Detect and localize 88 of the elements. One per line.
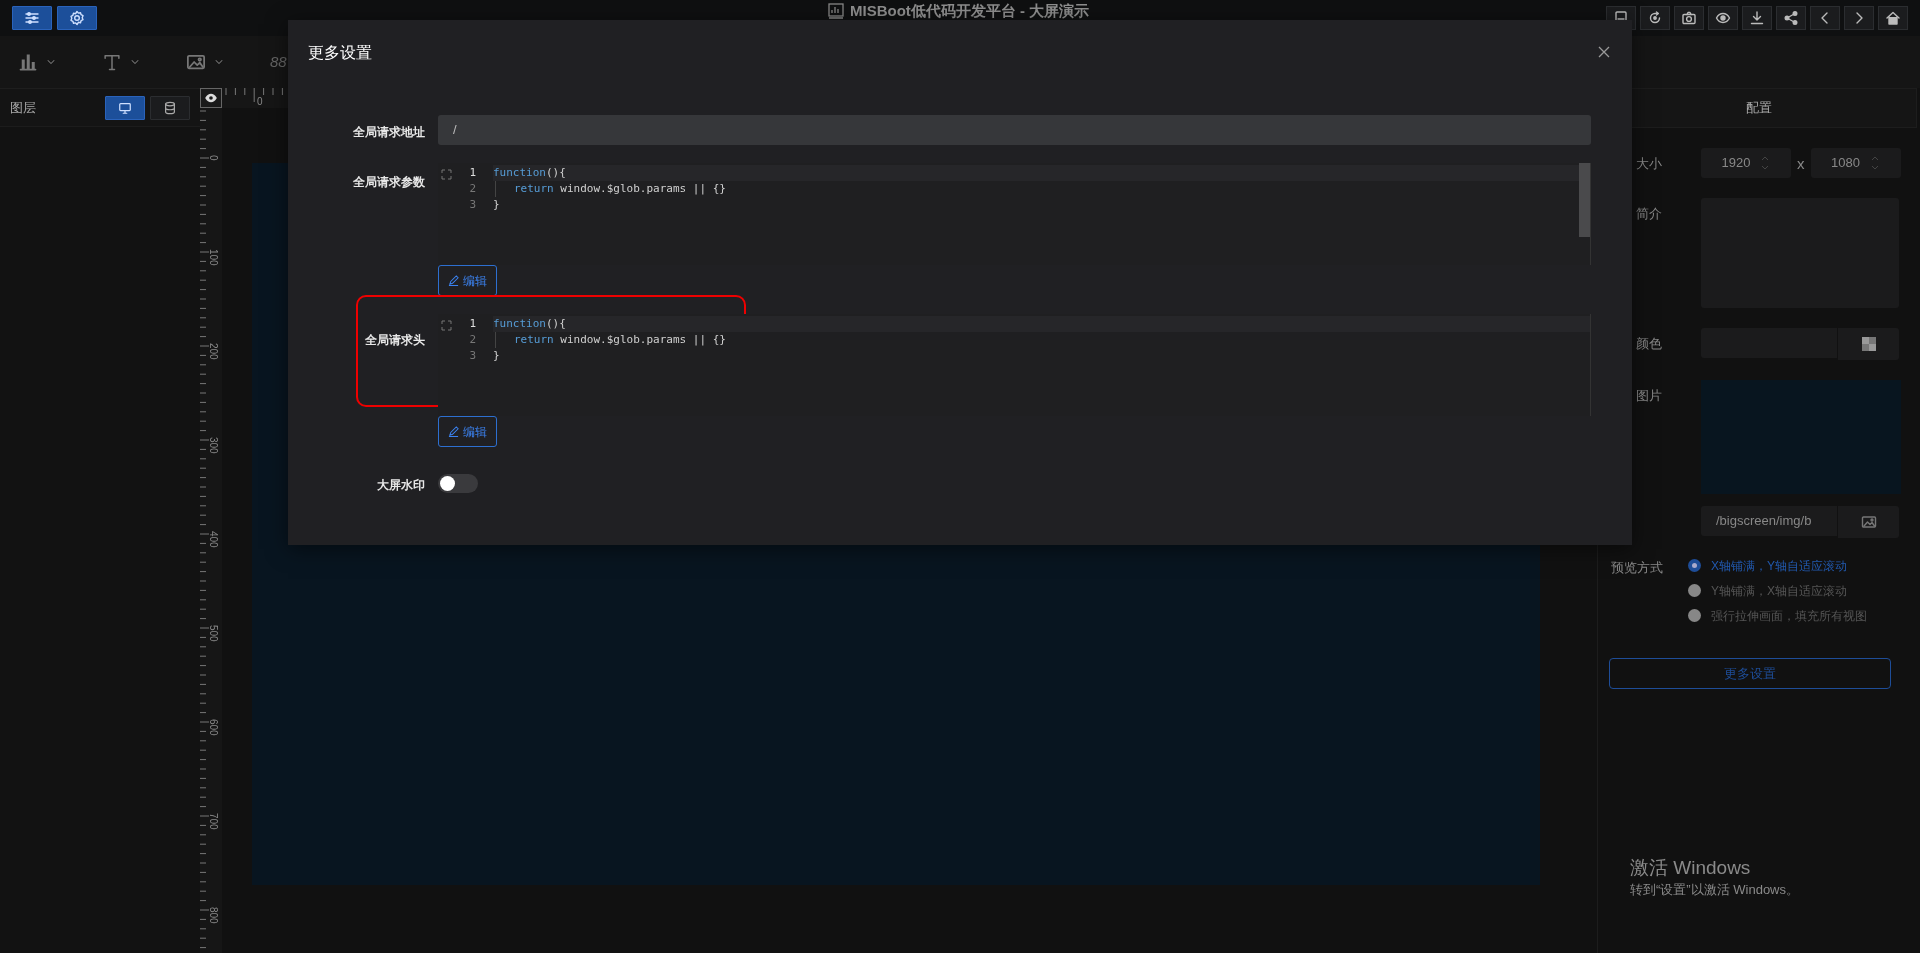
close-button[interactable] xyxy=(1598,46,1612,60)
view-toggle-button[interactable] xyxy=(150,95,190,120)
ruler-label: 0 xyxy=(257,95,263,109)
toolbar-button[interactable] xyxy=(1708,6,1738,30)
color-picker-button[interactable] xyxy=(1837,328,1899,360)
home-icon xyxy=(1885,10,1901,26)
component-dropdown[interactable] xyxy=(18,52,57,72)
number-field[interactable]: 1920 xyxy=(1701,148,1791,178)
field-label: 大屏水印 xyxy=(376,477,426,494)
toolbar-button[interactable] xyxy=(57,6,97,30)
field-label: 全局请求头 xyxy=(364,332,426,349)
component-dropdown[interactable] xyxy=(186,52,225,72)
field-label: 全局请求参数 xyxy=(352,174,426,191)
line-number: 3 xyxy=(468,348,476,364)
settings-icon xyxy=(69,10,85,26)
line-number: 1 xyxy=(468,316,476,332)
share-icon xyxy=(1783,10,1799,26)
toggle-switch[interactable] xyxy=(438,474,478,493)
modal-title: 更多设置 xyxy=(308,43,372,63)
code-editor[interactable]: 1 2 3 function(){ return window.$glob.params || {} } xyxy=(438,163,1591,265)
edit-button[interactable]: 编辑 xyxy=(438,416,497,447)
toolbar-button[interactable] xyxy=(12,6,52,30)
visibility-toggle[interactable] xyxy=(200,88,222,108)
panel-title: 图层 xyxy=(10,98,37,117)
ruler-label: 600 xyxy=(207,719,220,736)
refresh-icon xyxy=(1647,10,1663,26)
monitor-icon xyxy=(118,100,132,115)
sliders-icon xyxy=(24,10,40,26)
radio-button[interactable] xyxy=(1688,609,1701,622)
ruler-label: 0 xyxy=(207,155,220,161)
image-icon xyxy=(186,52,206,72)
line-number: 2 xyxy=(468,332,476,348)
database-icon xyxy=(163,100,177,115)
line-number: 1 xyxy=(468,165,476,181)
checkerboard-icon xyxy=(1861,337,1876,351)
edit-button[interactable]: 编辑 xyxy=(438,265,497,296)
image-icon xyxy=(1860,514,1877,530)
scrollbar-thumb[interactable] xyxy=(1579,163,1590,237)
toolbar-button[interactable] xyxy=(1640,6,1670,30)
ruler-label: 200 xyxy=(207,343,220,360)
field-label: 简介 xyxy=(1636,205,1663,223)
number-field[interactable]: 1080 xyxy=(1810,148,1901,178)
image-picker-button[interactable] xyxy=(1837,506,1899,538)
separator-text: x xyxy=(1796,154,1806,174)
ruler-label: 500 xyxy=(207,625,220,642)
path-field[interactable]: /bigscreen/img/b xyxy=(1701,506,1837,536)
ruler-label: 300 xyxy=(207,437,220,454)
fullscreen-icon[interactable] xyxy=(441,168,452,180)
field-label: 颜色 xyxy=(1636,335,1663,353)
logo-icon xyxy=(828,3,844,19)
download-icon xyxy=(1749,10,1765,26)
view-toggle-button[interactable] xyxy=(105,95,145,120)
text-icon xyxy=(102,52,122,72)
ruler-label: 700 xyxy=(207,813,220,830)
pencil-icon xyxy=(448,275,459,286)
activation-title: 激活 Windows xyxy=(1630,856,1752,880)
camera-icon xyxy=(1681,10,1697,26)
component-dropdown[interactable] xyxy=(102,52,141,72)
activation-text: 转到“设置”以激活 Windows。 xyxy=(1630,881,1799,899)
fullscreen-icon[interactable] xyxy=(441,319,452,331)
toolbar-button[interactable] xyxy=(1776,6,1806,30)
bar-chart-icon xyxy=(18,52,38,72)
eye-icon xyxy=(204,93,218,103)
radio-label: X轴铺满，Y轴自适应滚动 xyxy=(1711,557,1847,575)
line-number: 2 xyxy=(468,181,476,197)
ruler-label: 800 xyxy=(207,907,220,924)
radio-label: 强行拉伸画面，填充所有视图 xyxy=(1711,607,1867,625)
radio-button[interactable] xyxy=(1688,559,1701,572)
ruler-label: 400 xyxy=(207,531,220,548)
field-label: 大小 xyxy=(1636,155,1663,173)
code-editor[interactable]: 1 2 3 function(){ return window.$glob.params || {} } xyxy=(438,314,1591,416)
field-label: 图片 xyxy=(1636,387,1663,405)
code-line: } xyxy=(493,197,501,213)
radio-button[interactable] xyxy=(1688,584,1701,597)
field-label: 预览方式 xyxy=(1611,559,1664,577)
toolbar-button[interactable] xyxy=(1878,6,1908,30)
code-line: } xyxy=(493,348,501,364)
ruler-label: 100 xyxy=(207,249,220,266)
toolbar-button[interactable] xyxy=(1674,6,1704,30)
line-number: 3 xyxy=(468,197,476,213)
pencil-icon xyxy=(448,426,459,437)
field-label: 全局请求地址 xyxy=(352,124,426,141)
toolbar-button[interactable] xyxy=(1742,6,1772,30)
radio-label: Y轴铺满，X轴自适应滚动 xyxy=(1711,582,1847,600)
app-title: MISBoot低代码开发平台 - 大屏演示 xyxy=(850,3,1090,19)
digits-tool[interactable]: 88 xyxy=(270,50,287,74)
eye-icon xyxy=(1715,10,1731,26)
url-field[interactable]: / xyxy=(438,115,1591,145)
